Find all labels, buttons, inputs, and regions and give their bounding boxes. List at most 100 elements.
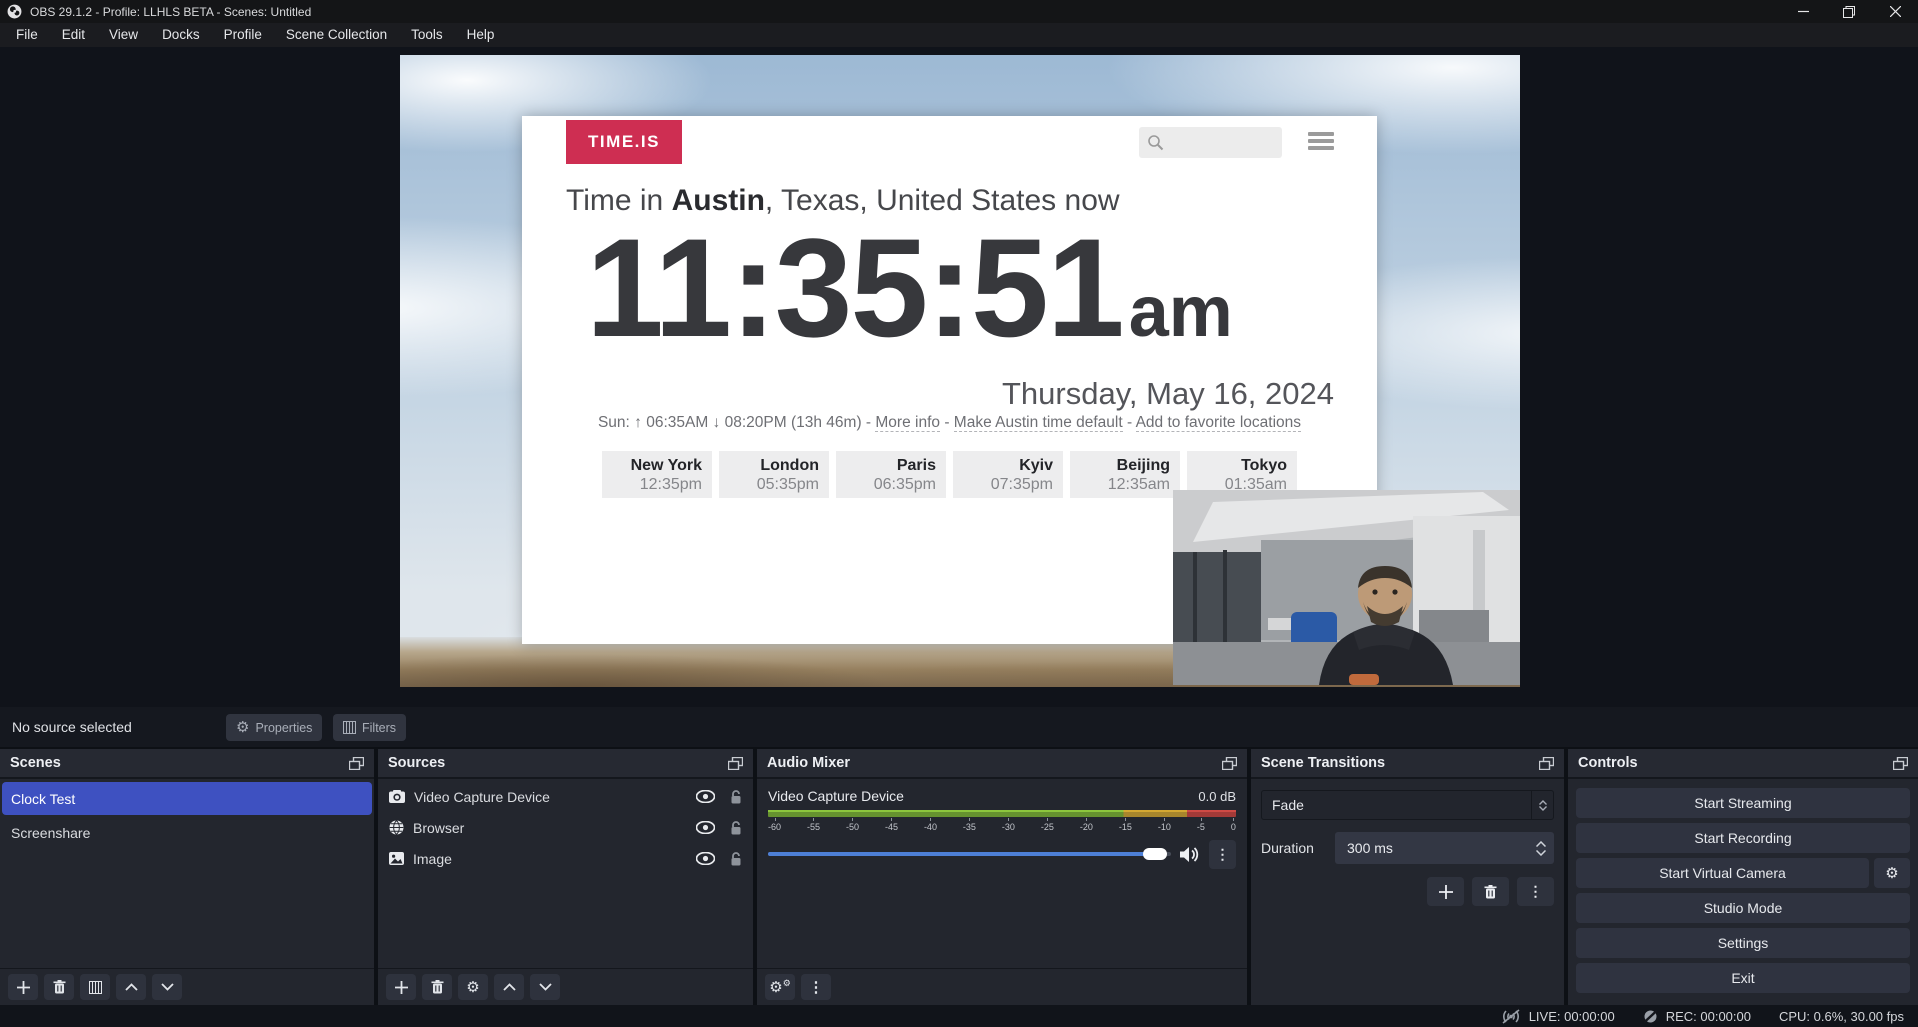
settings-button[interactable]: Settings bbox=[1576, 928, 1910, 958]
preview-area[interactable]: TIME.IS Time in Austin, Texas, United St… bbox=[0, 47, 1918, 707]
timeis-search-box bbox=[1139, 127, 1282, 158]
remove-scene-button[interactable] bbox=[44, 974, 74, 1000]
controls-panel: Controls Start Streaming Start Recording… bbox=[1568, 749, 1918, 1005]
add-transition-button[interactable] bbox=[1427, 877, 1464, 906]
popout-icon[interactable] bbox=[349, 757, 364, 770]
globe-icon bbox=[389, 820, 404, 835]
filters-icon bbox=[343, 721, 356, 734]
kebab-icon: ⋮ bbox=[1529, 883, 1543, 900]
remove-transition-button[interactable] bbox=[1472, 877, 1509, 906]
popout-icon[interactable] bbox=[728, 757, 743, 770]
duration-spinbox[interactable]: 300 ms bbox=[1335, 832, 1554, 864]
scene-item[interactable]: Clock Test bbox=[2, 782, 372, 815]
scene-item[interactable]: Screenshare bbox=[2, 816, 372, 849]
filters-button[interactable]: Filters bbox=[333, 714, 406, 741]
restore-button[interactable] bbox=[1826, 0, 1872, 23]
visibility-eye-icon[interactable] bbox=[696, 790, 715, 803]
meter-tick-label: 0 bbox=[1231, 818, 1236, 832]
scenes-header: Scenes bbox=[0, 749, 374, 779]
menu-item[interactable]: Edit bbox=[50, 23, 97, 47]
minimize-button[interactable] bbox=[1780, 0, 1826, 23]
visibility-eye-icon[interactable] bbox=[696, 852, 715, 865]
audio-mixer-panel: Audio Mixer Video Capture Device 0.0 dB … bbox=[757, 749, 1247, 1005]
volume-slider-handle[interactable] bbox=[1143, 848, 1167, 860]
popout-icon[interactable] bbox=[1539, 757, 1554, 770]
source-item[interactable]: Video Capture Device bbox=[378, 781, 753, 812]
dock-area: Scenes Clock Test Screenshare bbox=[0, 747, 1918, 1005]
popout-icon[interactable] bbox=[1222, 757, 1237, 770]
menu-item[interactable]: Profile bbox=[212, 23, 274, 47]
start-streaming-button[interactable]: Start Streaming bbox=[1576, 788, 1910, 818]
audio-mixer-body: Video Capture Device 0.0 dB -60-55-50-45… bbox=[757, 781, 1247, 968]
popout-icon[interactable] bbox=[1893, 757, 1908, 770]
program-canvas[interactable]: TIME.IS Time in Austin, Texas, United St… bbox=[400, 55, 1520, 687]
duration-value: 300 ms bbox=[1335, 832, 1554, 864]
trash-icon bbox=[1484, 885, 1497, 899]
source-label: Video Capture Device bbox=[414, 789, 550, 805]
advanced-audio-button[interactable]: ⚙⚙ bbox=[765, 974, 795, 1000]
channel-menu-button[interactable]: ⋮ bbox=[1209, 840, 1236, 869]
lock-icon[interactable] bbox=[730, 790, 742, 804]
duration-arrows[interactable] bbox=[1536, 832, 1546, 864]
remove-source-button[interactable] bbox=[422, 974, 452, 1000]
combo-arrows[interactable] bbox=[1531, 791, 1553, 819]
gear-icon: ⚙ bbox=[1885, 866, 1898, 881]
studio-mode-button[interactable]: Studio Mode bbox=[1576, 893, 1910, 923]
volume-slider-fill bbox=[768, 852, 1155, 856]
kebab-icon: ⋮ bbox=[809, 978, 824, 996]
scene-filters-button[interactable] bbox=[80, 974, 110, 1000]
scenes-toolbar bbox=[0, 968, 374, 1005]
meter-tick-label: -50 bbox=[846, 818, 859, 832]
timeis-clock: 11:35:51am bbox=[586, 218, 1233, 358]
lock-icon[interactable] bbox=[730, 852, 742, 866]
audio-mixer-toolbar: ⚙⚙ ⋮ bbox=[757, 968, 1247, 1005]
speaker-icon[interactable] bbox=[1180, 846, 1200, 863]
cpu-fps-status: CPU: 0.6%, 30.00 fps bbox=[1779, 1009, 1904, 1024]
trash-icon bbox=[431, 980, 444, 994]
menu-item[interactable]: Tools bbox=[399, 23, 455, 47]
separator: - bbox=[862, 414, 876, 431]
volume-slider[interactable] bbox=[768, 852, 1171, 856]
controls-title: Controls bbox=[1578, 755, 1638, 771]
transition-select[interactable]: Fade bbox=[1261, 790, 1554, 820]
start-recording-button[interactable]: Start Recording bbox=[1576, 823, 1910, 853]
sources-panel: Sources Video Capture Device bbox=[378, 749, 753, 1005]
menu-item[interactable]: Scene Collection bbox=[274, 23, 399, 47]
menu-item[interactable]: Docks bbox=[150, 23, 212, 47]
menu-item[interactable]: View bbox=[97, 23, 150, 47]
menu-item[interactable]: Help bbox=[455, 23, 507, 47]
start-virtual-camera-button[interactable]: Start Virtual Camera bbox=[1576, 858, 1869, 888]
move-scene-down-button[interactable] bbox=[152, 974, 182, 1000]
timeis-date: Thursday, May 16, 2024 bbox=[1002, 376, 1334, 412]
chevron-down-icon bbox=[539, 983, 552, 991]
visibility-eye-icon[interactable] bbox=[696, 821, 715, 834]
scene-transitions-title: Scene Transitions bbox=[1261, 755, 1385, 771]
meter-tick-label: -15 bbox=[1119, 818, 1132, 832]
source-item[interactable]: Image bbox=[378, 843, 753, 874]
move-source-down-button[interactable] bbox=[530, 974, 560, 1000]
sources-toolbar: ⚙ bbox=[378, 968, 753, 1005]
transition-value: Fade bbox=[1272, 797, 1304, 813]
mixer-menu-button[interactable]: ⋮ bbox=[801, 974, 831, 1000]
camera-icon bbox=[389, 790, 405, 803]
close-button[interactable] bbox=[1872, 0, 1918, 23]
lock-icon[interactable] bbox=[730, 821, 742, 835]
city-tile: Paris 06:35pm bbox=[836, 451, 946, 498]
trash-icon bbox=[53, 980, 66, 994]
source-properties-button[interactable]: ⚙ bbox=[458, 974, 488, 1000]
gear-icon: ⚙ bbox=[236, 720, 249, 735]
scene-transitions-header: Scene Transitions bbox=[1251, 749, 1564, 779]
source-item[interactable]: Browser bbox=[378, 812, 753, 843]
move-source-up-button[interactable] bbox=[494, 974, 524, 1000]
exit-button[interactable]: Exit bbox=[1576, 963, 1910, 993]
add-source-button[interactable] bbox=[386, 974, 416, 1000]
move-scene-up-button[interactable] bbox=[116, 974, 146, 1000]
controls-body: Start Streaming Start Recording Start Vi… bbox=[1568, 781, 1918, 1005]
properties-button[interactable]: ⚙ Properties bbox=[226, 714, 322, 741]
virtual-camera-settings-button[interactable]: ⚙ bbox=[1874, 858, 1910, 888]
source-context-bar: No source selected ⚙ Properties Filters bbox=[0, 707, 1918, 747]
city-tile: New York 12:35pm bbox=[602, 451, 712, 498]
add-scene-button[interactable] bbox=[8, 974, 38, 1000]
transition-menu-button[interactable]: ⋮ bbox=[1517, 877, 1554, 906]
menu-item[interactable]: File bbox=[4, 23, 50, 47]
